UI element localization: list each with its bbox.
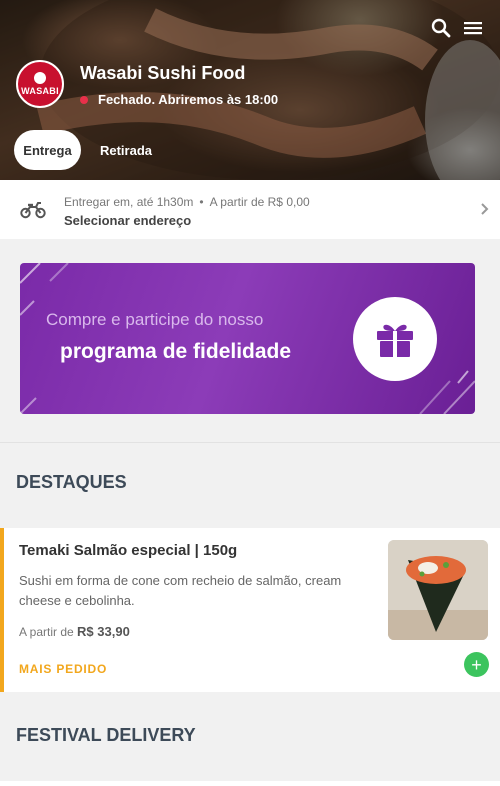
gift-badge <box>353 297 437 381</box>
search-icon[interactable] <box>429 16 453 40</box>
next-section-card <box>0 781 500 786</box>
motorcycle-icon <box>20 198 46 220</box>
price-prefix: A partir de <box>19 625 74 639</box>
section-title-festival: FESTIVAL DELIVERY <box>16 725 196 745</box>
promo-line-1: Compre e participe do nosso <box>46 310 264 329</box>
delivery-info: Entregar em, até 1h30m • A partir de R$ 0,… <box>64 195 310 209</box>
most-ordered-badge: MAIS PEDIDO <box>19 662 108 676</box>
delivery-eta: Entregar em, até 1h30m <box>64 195 194 209</box>
logo-text: WASABI <box>21 86 59 96</box>
section-divider <box>0 442 500 443</box>
tab-pickup[interactable]: Retirada <box>92 130 160 170</box>
promo-line-2: programa de fidelidade <box>60 340 292 363</box>
store-status: Fechado. Abriremos às 18:00 <box>80 92 278 107</box>
product-card[interactable]: Temaki Salmão especial | 150g Sushi em f… <box>0 528 500 692</box>
product-price-row: A partir de R$ 33,90 <box>19 624 130 639</box>
gift-icon <box>377 324 413 357</box>
loyalty-promo-banner[interactable]: Compre e participe do nosso programa de … <box>20 263 475 414</box>
product-name: Temaki Salmão especial | 150g <box>19 542 238 559</box>
product-description: Sushi em forma de cone com recheio de sa… <box>19 573 342 608</box>
section-title-highlights: DESTAQUES <box>16 472 127 492</box>
logo-mark <box>34 72 46 84</box>
product-photo[interactable] <box>388 540 488 640</box>
add-to-cart-button[interactable]: + <box>464 652 489 677</box>
temaki-image <box>388 540 488 640</box>
menu-icon[interactable] <box>461 16 485 40</box>
store-logo: WASABI <box>16 60 64 108</box>
status-text: Fechado. Abriremos às 18:00 <box>98 92 279 107</box>
delivery-address-bar[interactable] <box>0 180 500 239</box>
tab-delivery[interactable]: Entrega <box>14 130 81 170</box>
closed-status-dot <box>80 95 88 104</box>
delivery-min-price: A partir de R$ 0,00 <box>209 195 310 209</box>
chevron-right-icon[interactable] <box>477 201 491 217</box>
bullet-separator: • <box>199 195 204 209</box>
store-name: Wasabi Sushi Food <box>80 63 246 83</box>
product-price: R$ 33,90 <box>77 624 130 639</box>
select-address-link[interactable]: Selecionar endereço <box>64 213 191 228</box>
